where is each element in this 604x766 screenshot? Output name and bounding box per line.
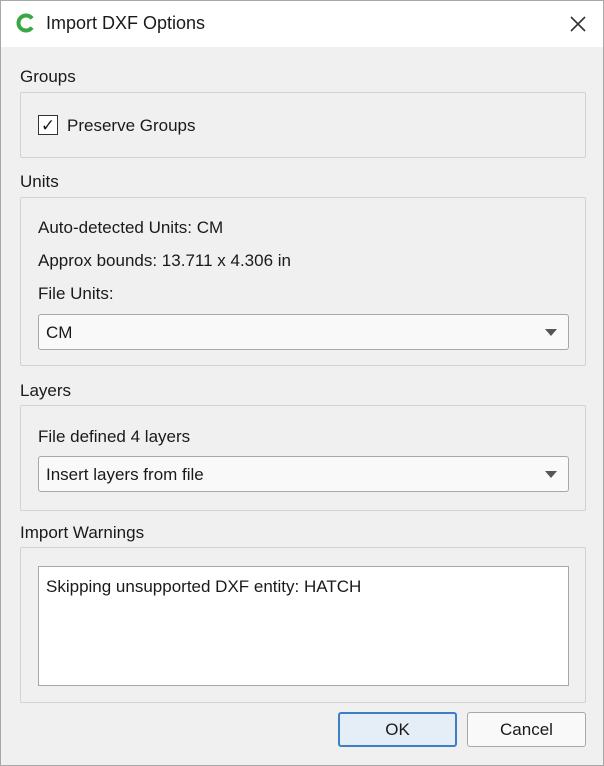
auto-detected-units: Auto-detected Units: CM [38, 218, 224, 237]
preserve-groups-checkbox[interactable]: ✓ [38, 115, 58, 135]
warnings-groupbox: Skipping unsupported DXF entity: HATCH [20, 547, 586, 703]
ok-button[interactable]: OK [338, 712, 457, 747]
close-icon [570, 16, 586, 32]
file-units-label: File Units: [38, 284, 114, 303]
file-units-dropdown[interactable]: CM [38, 314, 569, 350]
warnings-textarea[interactable]: Skipping unsupported DXF entity: HATCH [38, 566, 569, 686]
layer-mode-value: Insert layers from file [46, 465, 204, 484]
title-bar: Import DXF Options [1, 1, 603, 47]
groups-section-title: Groups [20, 67, 76, 86]
close-button[interactable] [553, 1, 603, 47]
window-title: Import DXF Options [46, 13, 206, 33]
cancel-button[interactable]: Cancel [467, 712, 586, 747]
file-units-value: CM [46, 323, 73, 342]
chevron-down-icon [545, 329, 557, 336]
app-logo-icon [16, 13, 34, 33]
warnings-section-title: Import Warnings [20, 523, 145, 542]
import-dxf-options-dialog: Import DXF Options Groups ✓ Preserve Gro… [0, 0, 604, 766]
chevron-down-icon [545, 471, 557, 478]
approx-bounds: Approx bounds: 13.711 x 4.306 in [38, 251, 291, 270]
units-groupbox: Auto-detected Units: CM Approx bounds: 1… [20, 197, 586, 366]
file-defined-layers: File defined 4 layers [38, 427, 191, 446]
layers-groupbox: File defined 4 layers Insert layers from… [20, 405, 586, 511]
groups-groupbox: ✓ Preserve Groups [20, 92, 586, 158]
preserve-groups-label[interactable]: Preserve Groups [67, 116, 196, 136]
checkmark-icon: ✓ [40, 115, 56, 135]
units-section-title: Units [20, 172, 59, 191]
layer-mode-dropdown[interactable]: Insert layers from file [38, 456, 569, 492]
layers-section-title: Layers [20, 381, 72, 400]
